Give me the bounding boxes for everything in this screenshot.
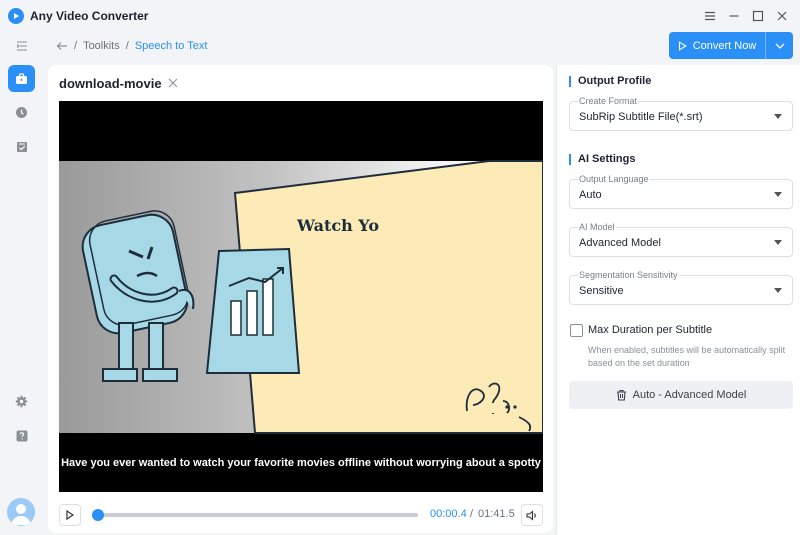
video-preview[interactable]: Watch Yo Have you ever wanted to watch y… [59,101,543,492]
menu-icon[interactable] [700,6,720,26]
ai-settings-heading: AI Settings [569,154,635,165]
breadcrumb: / Toolkits / Speech to Text [56,38,207,54]
create-format-label: Create Format [578,96,639,106]
minimize-icon[interactable] [724,6,744,26]
auto-model-button[interactable]: Auto - Advanced Model [569,381,793,409]
total-time: 01:41.5 [478,508,515,520]
title-bar: Any Video Converter [0,0,800,32]
output-profile-heading: Output Profile [569,76,651,87]
caret-down-icon [774,114,782,119]
breadcrumb-separator: / [125,40,129,52]
time-separator: / [470,508,474,520]
caret-down-icon [774,240,782,245]
video-frame-illustration [59,101,543,492]
sidebar [0,32,44,535]
sidebar-item-tasks[interactable] [8,133,35,160]
convert-now-button[interactable]: Convert Now [669,32,765,59]
close-icon [168,78,178,88]
create-format-value: SubRip Subtitle File(*.srt) [579,111,703,123]
caret-down-icon [774,192,782,197]
player-controls: 00:00.4 / 01:41.5 [59,504,543,526]
breadcrumb-current: Speech to Text [134,40,208,52]
max-duration-checkbox[interactable] [570,324,583,337]
app-title: Any Video Converter [30,9,149,23]
chevron-down-icon [775,43,784,49]
sidebar-item-settings[interactable] [8,388,35,415]
convert-options-dropdown[interactable] [766,32,793,59]
segmentation-label: Segmentation Sensitivity [578,270,679,280]
current-time: 00:00.4 [430,508,467,520]
sidebar-collapse-icon[interactable] [8,32,35,59]
maximize-icon[interactable] [748,6,768,26]
progress-handle[interactable] [92,509,104,521]
output-language-value: Auto [579,189,602,201]
video-on-screen-title: Watch Yo [297,216,379,235]
max-duration-hint: When enabled, subtitles will be automati… [588,345,786,368]
volume-icon [526,509,536,521]
clock-icon [16,107,27,118]
create-format-select[interactable]: Create Format SubRip Subtitle File(*.srt… [569,96,793,131]
app-logo-icon [8,8,24,24]
ai-model-value: Advanced Model [579,237,661,249]
progress-track[interactable] [92,509,418,521]
volume-button[interactable] [521,504,543,526]
close-file-button[interactable] [166,76,180,90]
trash-icon [616,389,626,401]
avatar[interactable] [7,498,35,526]
segmentation-value: Sensitive [579,285,624,297]
play-icon [66,510,74,520]
segmentation-sensitivity-select[interactable]: Segmentation Sensitivity Sensitive [569,270,793,305]
toolbox-icon [16,72,27,84]
ai-model-select[interactable]: AI Model Advanced Model [569,222,793,257]
auto-model-label: Auto - Advanced Model [632,389,747,401]
max-duration-label[interactable]: Max Duration per Subtitle [588,324,712,336]
breadcrumb-separator: / [74,40,78,52]
ai-model-label: AI Model [578,222,616,232]
help-icon [16,430,27,441]
play-outline-icon [678,40,687,51]
output-language-label: Output Language [578,174,650,184]
convert-now-button-group: Convert Now [669,32,793,59]
sidebar-item-history[interactable] [8,99,35,126]
close-window-icon[interactable] [772,6,792,26]
back-arrow-icon[interactable] [56,41,68,51]
play-button[interactable] [59,504,81,526]
convert-now-label: Convert Now [692,39,757,52]
gear-icon [15,395,28,408]
breadcrumb-toolkits[interactable]: Toolkits [83,40,120,52]
settings-panel: Output Profile Create Format SubRip Subt… [556,65,800,535]
caret-down-icon [774,288,782,293]
subtitle-caption: Have you ever wanted to watch your favor… [61,457,541,469]
sidebar-item-help[interactable] [8,422,35,449]
checklist-icon [16,141,27,152]
output-language-select[interactable]: Output Language Auto [569,174,793,209]
sidebar-item-toolkit[interactable] [8,65,35,92]
preview-card: download-movie Watch Yo Have you ever wa… [48,65,553,533]
file-name: download-movie [59,76,162,91]
